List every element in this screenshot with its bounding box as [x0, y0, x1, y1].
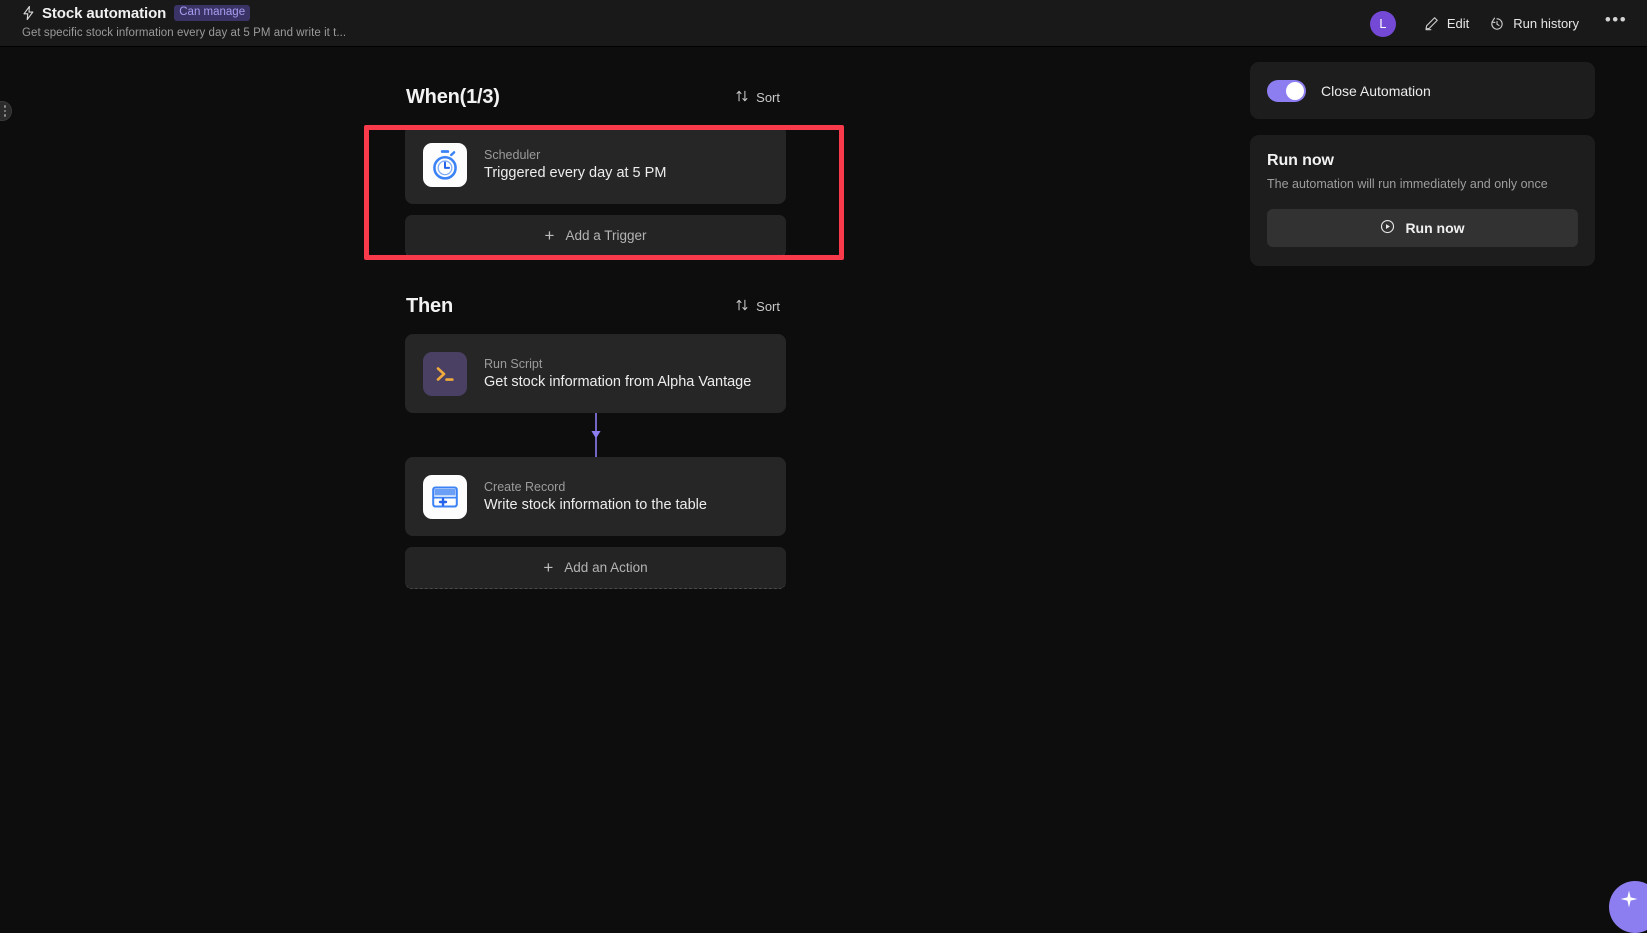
permission-badge: Can manage	[174, 5, 251, 21]
run-now-title: Run now	[1267, 152, 1334, 169]
sort-icon	[735, 89, 749, 106]
run-history-label: Run history	[1513, 16, 1579, 31]
when-section-header: When(1/3) Sort	[405, 80, 786, 114]
drag-dots-icon	[3, 105, 7, 117]
when-sort-button[interactable]: Sort	[729, 85, 786, 110]
then-section: Then Sort Run Script Get stock informati…	[405, 289, 786, 589]
automation-canvas: When(1/3) Sort Scheduler Triggered every…	[0, 47, 1647, 933]
bolt-icon	[22, 6, 35, 21]
sparkle-icon	[1619, 889, 1647, 926]
close-automation-label: Close Automation	[1321, 82, 1431, 99]
ai-assistant-fab[interactable]	[1609, 881, 1647, 933]
close-automation-card: Close Automation	[1250, 62, 1595, 119]
title-block: Stock automation Can manage Get specific…	[22, 3, 347, 40]
run-now-subtitle: The automation will run immediately and …	[1267, 177, 1548, 191]
when-sort-label: Sort	[756, 89, 780, 105]
trigger-card-text: Scheduler Triggered every day at 5 PM	[484, 148, 666, 181]
avatar[interactable]: L	[1369, 10, 1396, 37]
create-record-icon	[423, 474, 467, 519]
more-options-button[interactable]: •••	[1601, 9, 1631, 39]
flow-column: When(1/3) Sort Scheduler Triggered every…	[405, 80, 786, 589]
then-section-header: Then Sort	[405, 289, 786, 323]
action-kind: Run Script	[484, 357, 543, 371]
trigger-kind: Scheduler	[484, 148, 541, 162]
page-title: Stock automation	[42, 4, 167, 22]
then-sort-label: Sort	[756, 298, 780, 314]
plus-icon: +	[544, 226, 555, 245]
action-kind: Create Record	[484, 480, 566, 494]
action-description: Get stock information from Alpha Vantage	[484, 374, 752, 390]
trigger-card-scheduler[interactable]: Scheduler Triggered every day at 5 PM	[405, 125, 786, 204]
trigger-description: Triggered every day at 5 PM	[484, 165, 667, 181]
top-bar-actions: L Edit Run history •••	[1369, 0, 1631, 47]
run-now-button[interactable]: Run now	[1267, 209, 1578, 247]
action-card-run-script[interactable]: Run Script Get stock information from Al…	[405, 334, 786, 413]
run-now-card: Run now The automation will run immediat…	[1250, 135, 1595, 266]
history-icon	[1489, 16, 1505, 32]
action-card-text: Run Script Get stock information from Al…	[484, 357, 751, 390]
close-automation-toggle[interactable]	[1267, 79, 1306, 102]
action-card-text: Create Record Write stock information to…	[484, 480, 707, 513]
action-card-create-record[interactable]: Create Record Write stock information to…	[405, 457, 786, 536]
page-subtitle: Get specific stock information every day…	[22, 27, 347, 39]
edit-button[interactable]: Edit	[1414, 10, 1479, 37]
pencil-icon	[1424, 16, 1439, 31]
play-circle-icon	[1380, 219, 1395, 237]
edit-label: Edit	[1446, 16, 1470, 31]
terminal-icon	[423, 351, 467, 396]
plus-icon: +	[543, 558, 554, 577]
when-heading: When(1/3)	[406, 85, 500, 108]
sort-icon	[735, 298, 749, 315]
flow-connector	[405, 413, 786, 457]
sidebar-toggle-handle[interactable]	[0, 101, 12, 121]
top-bar: Stock automation Can manage Get specific…	[0, 0, 1647, 47]
add-action-button[interactable]: + Add an Action	[405, 547, 786, 589]
toggle-knob	[1286, 81, 1304, 100]
add-trigger-button[interactable]: + Add a Trigger	[405, 215, 786, 257]
stopwatch-icon	[423, 142, 467, 187]
run-history-button[interactable]: Run history	[1479, 10, 1589, 38]
action-description: Write stock information to the table	[484, 497, 707, 513]
run-now-button-label: Run now	[1405, 220, 1465, 236]
then-heading: Then	[406, 294, 453, 317]
add-action-label: Add an Action	[564, 560, 648, 575]
when-section: When(1/3) Sort Scheduler Triggered every…	[405, 80, 786, 257]
right-panel: Close Automation Run now The automation …	[1250, 62, 1595, 266]
then-sort-button[interactable]: Sort	[729, 294, 786, 319]
title-row: Stock automation Can manage	[22, 3, 346, 23]
add-trigger-label: Add a Trigger	[565, 228, 647, 243]
